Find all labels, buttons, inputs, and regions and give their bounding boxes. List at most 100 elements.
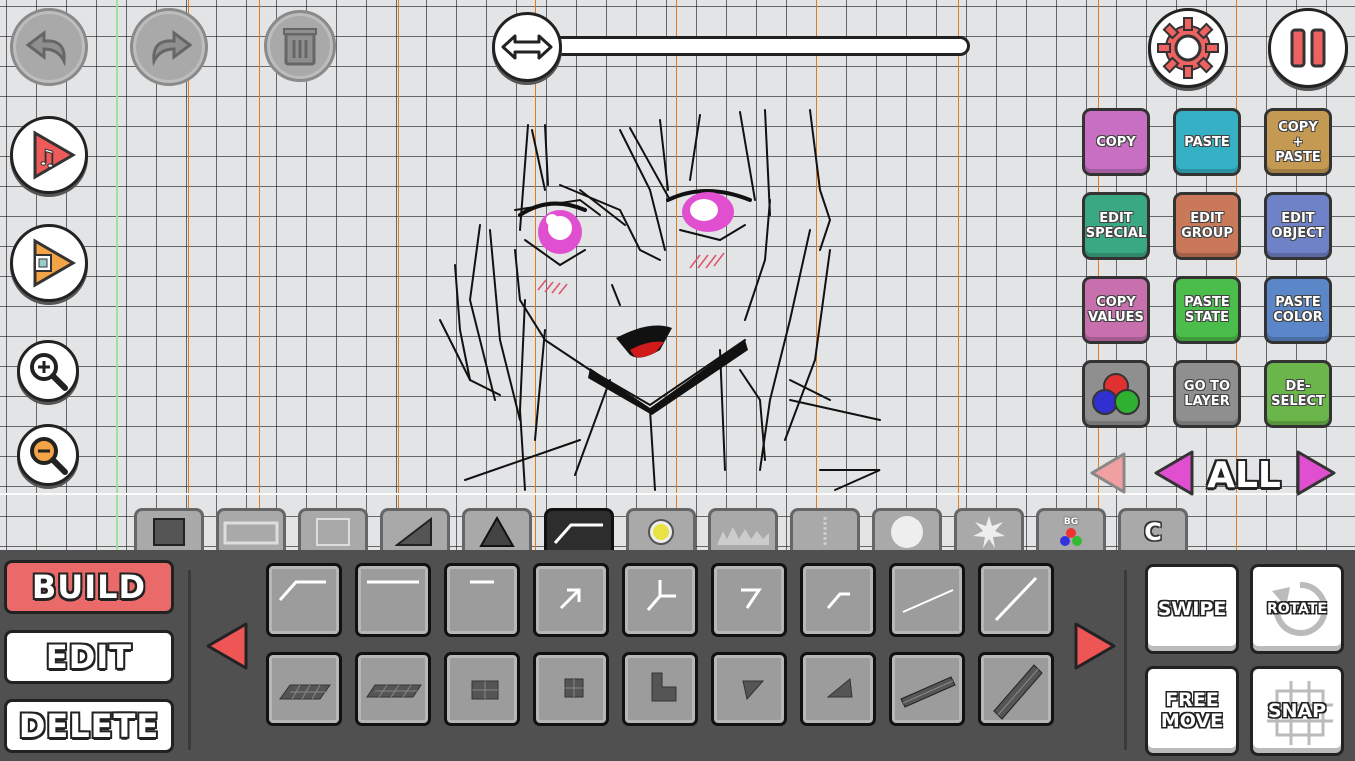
edit-mode-button[interactable]: EDIT [4,630,174,684]
editor-canvas[interactable]: ♫ ALL BG C [0,0,1355,550]
pause-button[interactable] [1268,8,1348,88]
tab-shapes[interactable] [872,508,942,550]
object-tile[interactable] [800,563,876,637]
free-move-button[interactable]: FREE MOVE [1145,666,1239,756]
tab-lines[interactable] [544,508,614,550]
guide-line [188,0,189,550]
pause-icon [1290,28,1326,68]
next-page-arrow-icon[interactable] [1072,620,1118,672]
button-label-line: PASTE [1275,295,1321,310]
undo-button[interactable] [10,8,88,86]
object-tile[interactable] [266,563,342,637]
zoom-out-button[interactable] [17,424,79,486]
go-to-layer-button[interactable]: GO TO LAYER [1173,360,1241,428]
paste-button[interactable]: PASTE [1173,108,1241,176]
panel-divider [1124,570,1127,750]
prev-layer-arrow-icon[interactable] [1088,450,1128,496]
redo-button[interactable] [130,8,208,86]
delete-all-button[interactable] [264,10,336,82]
tab-custom[interactable]: C [1118,508,1188,550]
object-tile[interactable] [711,652,787,726]
redo-icon [152,30,193,67]
circle-deco-icon [891,515,923,548]
swipe-button[interactable]: SWIPE [1145,564,1239,654]
guide-line [958,0,959,550]
paste-color-button[interactable]: PASTE COLOR [1264,276,1332,344]
button-label-line: GO TO [1183,379,1231,394]
object-tile[interactable] [444,652,520,726]
object-tile[interactable] [444,563,520,637]
slope-icon [395,516,432,546]
undo-icon [25,30,66,67]
edit-object-button[interactable]: EDIT OBJECT [1264,192,1332,260]
object-tile[interactable] [533,652,609,726]
button-label-line: COPY [1096,295,1136,310]
object-tile[interactable] [978,563,1054,637]
object-tile[interactable] [889,563,965,637]
tab-outlines-2[interactable] [298,508,368,550]
button-label-line: DE- [1285,379,1311,394]
line-slope-icon [826,592,850,609]
layer-label: ALL [1207,454,1281,496]
tab-particles[interactable] [954,508,1024,550]
build-mode-button[interactable]: BUILD [4,560,174,614]
paste-state-button[interactable]: PASTE STATE [1173,276,1241,344]
line-diagonal-icon [902,589,954,613]
button-label-line: PASTE [1184,134,1230,150]
gear-icon [1157,17,1219,79]
tab-bg-triggers[interactable]: BG [1036,508,1106,550]
object-tile[interactable] [889,652,965,726]
tab-chains[interactable] [790,508,860,550]
horizontal-arrows-icon [501,34,553,60]
object-tile[interactable] [978,652,1054,726]
anime-face-drawing [439,109,881,491]
object-tile[interactable] [355,563,431,637]
object-tile[interactable] [622,652,698,726]
line-arrow-icon [559,588,581,610]
playtest-button[interactable] [10,224,88,302]
music-playtest-button[interactable]: ♫ [10,116,88,194]
object-tile[interactable] [622,563,698,637]
tab-outlines[interactable] [216,508,286,550]
block-icon [153,517,185,546]
spike-icon [479,515,515,547]
tab-orbs[interactable] [626,508,696,550]
layer-left-arrow-icon[interactable] [1152,448,1196,498]
delete-mode-button[interactable]: DELETE [4,699,174,753]
tab-hazards[interactable] [462,508,532,550]
deselect-button[interactable]: DE- SELECT [1264,360,1332,428]
outline-square-icon [316,517,350,546]
settings-button[interactable] [1148,8,1228,88]
object-tile[interactable] [711,563,787,637]
layer-right-arrow-icon[interactable] [1294,448,1338,498]
copy-button[interactable]: COPY [1082,108,1150,176]
button-label-line: COLOR [1273,310,1323,325]
button-label-line: COPY [1096,134,1136,150]
object-tile[interactable] [800,652,876,726]
pattern-l-icon [651,672,677,702]
scroll-slider-track[interactable] [540,36,970,56]
zoom-out-icon [30,437,68,475]
colors-button[interactable] [1082,360,1150,428]
object-tile[interactable] [266,652,342,726]
snap-button[interactable]: SNAP [1250,666,1344,756]
button-label-line: PASTE [1275,149,1321,165]
line-long-icon [367,580,419,584]
object-tile[interactable] [533,563,609,637]
tab-blocks[interactable] [134,508,204,550]
object-tile[interactable] [355,652,431,726]
edit-special-button[interactable]: EDIT SPECIAL [1082,192,1150,260]
button-label-line: COPY [1278,119,1318,135]
edit-group-button[interactable]: EDIT GROUP [1173,192,1241,260]
zoom-in-button[interactable] [17,340,79,402]
tab-deco[interactable] [708,508,778,550]
rotate-button[interactable]: ROTATE [1250,564,1344,654]
start-line [116,0,118,550]
button-label-line: + [1292,134,1304,150]
tab-slopes[interactable] [380,508,450,550]
scroll-slider-handle[interactable] [492,12,562,82]
copy-paste-button[interactable]: COPY + PASTE [1264,108,1332,176]
pattern-block-icon [471,680,499,700]
copy-values-button[interactable]: COPY VALUES [1082,276,1150,344]
prev-page-arrow-icon[interactable] [204,620,250,672]
